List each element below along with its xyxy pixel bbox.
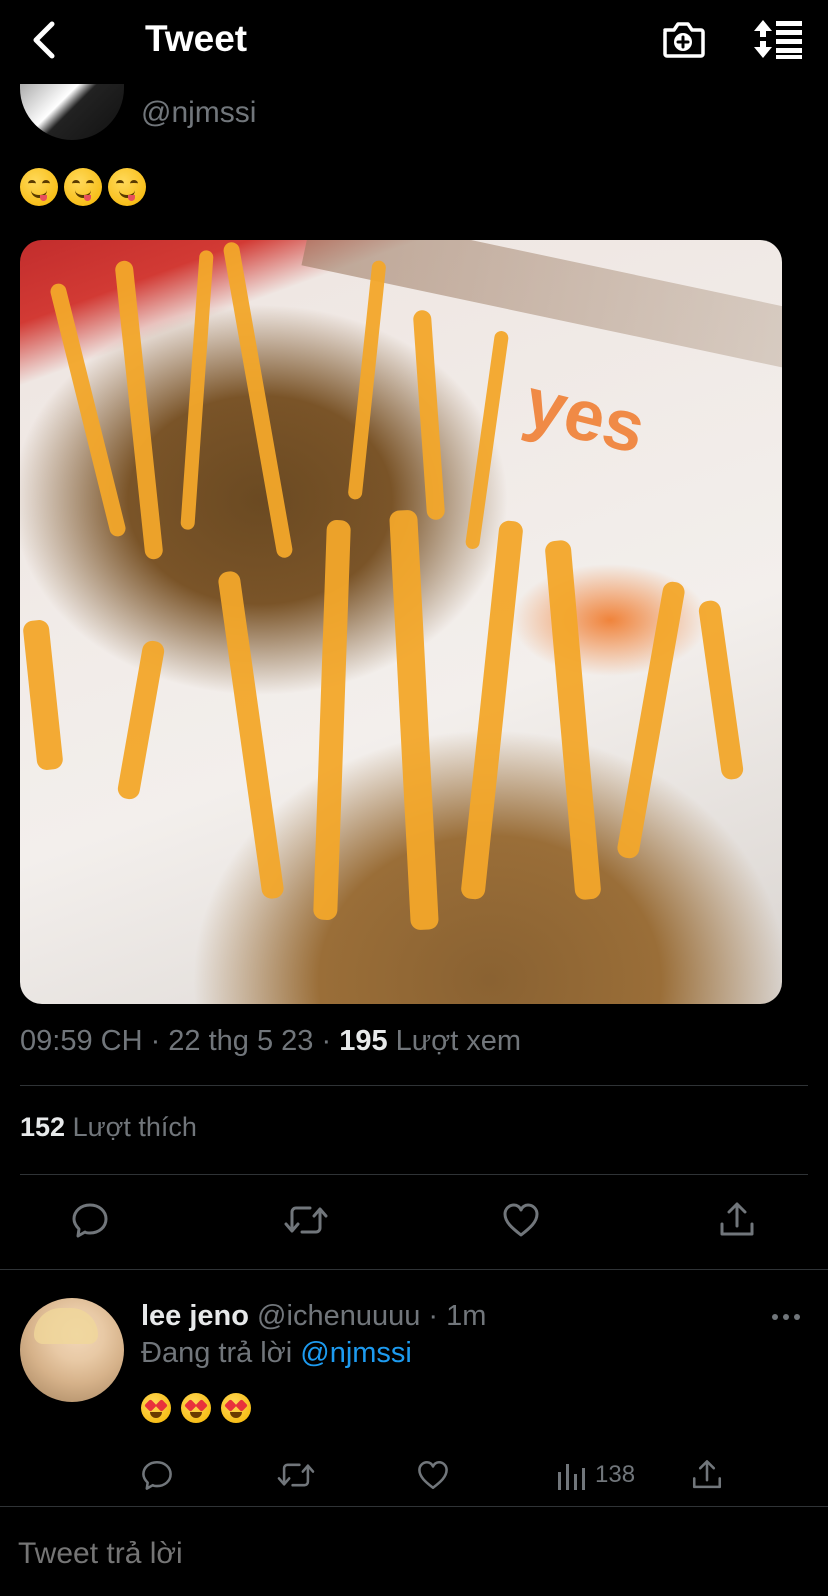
yum-emoji-icon [108,168,146,206]
reply-icon [142,1460,172,1490]
heart-eyes-emoji-icon [221,1393,251,1423]
bar-chart-icon [558,1464,585,1490]
sauce-drizzle [22,619,64,771]
tweet-photo[interactable]: yes [20,240,782,1004]
sort-icon [754,20,802,59]
heart-eyes-emoji-icon [141,1393,171,1423]
divider [0,1506,828,1507]
reply-author-handle-time: @ichenuuuu · 1m [249,1300,487,1332]
plate-logo-text: yes [517,362,654,470]
reply-text-emojis [141,1393,251,1423]
sauce-drizzle [48,281,128,539]
divider [0,1269,828,1270]
reply-like-button[interactable] [416,1458,450,1492]
heart-eyes-emoji-icon [181,1393,211,1423]
reply-views-button[interactable] [556,1460,586,1492]
heart-icon [418,1460,448,1490]
retweet-icon [284,1206,328,1234]
top-bar: Tweet [0,0,828,84]
sort-replies-button[interactable] [752,18,804,60]
sauce-drizzle [347,259,387,501]
sauce-drizzle [615,580,687,860]
tweet-timestamp: 09:59 CH · 22 thg 5 23 · [20,1025,340,1057]
sauce-drizzle [464,330,510,550]
back-button[interactable] [26,18,66,62]
tweet-actions [0,1190,828,1250]
likes-count: 152 [20,1112,66,1142]
yum-emoji-icon [20,168,58,206]
like-button[interactable] [501,1200,541,1240]
reply-share-button[interactable] [690,1458,724,1492]
replying-to-handle-link[interactable]: @njmssi [300,1337,412,1369]
reply-actions [0,1448,828,1498]
views-count: 195 [339,1025,388,1057]
sauce-drizzle [222,241,294,559]
retweet-button[interactable] [284,1200,328,1240]
sauce-drizzle [217,570,285,900]
reply-header: lee jeno @ichenuuuu · 1m [141,1300,486,1333]
retweet-icon [277,1463,315,1487]
share-button[interactable] [717,1200,757,1240]
sauce-drizzle [460,519,524,901]
sauce-drizzle [116,639,166,801]
likes-label: Lượt thích [65,1112,197,1142]
views-label: Lượt xem [387,1025,522,1057]
page-title: Tweet [145,18,248,59]
reply-views-count: 138 [595,1461,636,1488]
tweet-text-emojis [20,168,146,206]
divider [20,1085,808,1086]
heart-icon [503,1203,539,1237]
camera-add-icon [663,22,705,58]
replying-to-prefix: Đang trả lời [141,1337,301,1369]
likes-summary[interactable]: 152 Lượt thích [20,1112,197,1143]
share-icon [692,1460,722,1489]
replying-to: Đang trả lời @njmssi [141,1337,412,1370]
yum-emoji-icon [64,168,102,206]
sauce-drizzle [180,249,214,531]
chevron-left-icon [33,21,55,59]
reply-author-name[interactable]: lee jeno [141,1300,249,1332]
reply-more-button[interactable] [770,1302,802,1332]
sauce-drizzle [412,309,446,521]
divider [20,1174,808,1175]
tweet-meta: 09:59 CH · 22 thg 5 23 · 195 Lượt xem [20,1025,521,1058]
reply-button[interactable] [70,1200,110,1240]
reply-author-avatar[interactable] [20,1298,124,1402]
sauce-drizzle [544,539,602,901]
sauce-drizzle [697,599,745,781]
reply-icon [72,1203,108,1238]
sauce-drizzle [389,509,439,931]
author-handle[interactable]: @njmssi [141,96,256,130]
share-icon [720,1202,754,1236]
sauce-drizzle [313,519,351,921]
reply-retweet-button[interactable] [277,1458,315,1492]
reply-reply-button[interactable] [140,1458,174,1492]
more-horizontal-icon [772,1314,800,1320]
camera-button[interactable] [660,16,706,62]
reply-input[interactable] [18,1537,718,1571]
